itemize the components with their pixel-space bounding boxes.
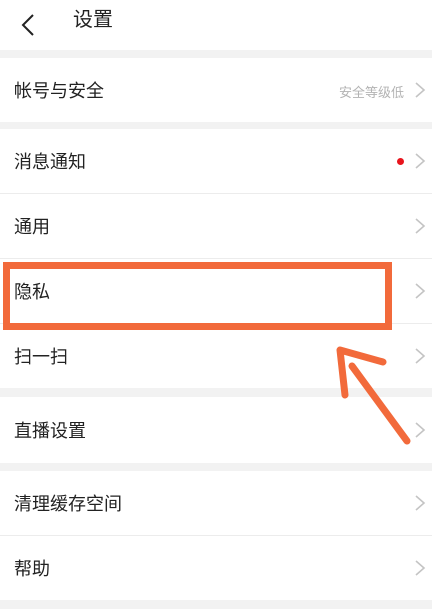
- page-title: 设置: [73, 7, 113, 31]
- menu-item-label: 清理缓存空间: [14, 494, 122, 515]
- menu-item-label: 消息通知: [14, 152, 86, 173]
- menu-item-label: 帮助: [14, 559, 50, 580]
- chevron-right-icon: [415, 348, 426, 364]
- unread-dot: [397, 158, 404, 165]
- menu-item-label: 直播设置: [14, 421, 86, 442]
- menu-item-help[interactable]: 帮助: [0, 536, 432, 600]
- chevron-right-icon: [415, 495, 426, 511]
- menu-item-account-security[interactable]: 帐号与安全 安全等级低: [0, 58, 432, 122]
- chevron-right-icon: [415, 153, 426, 169]
- menu-item-label: 通用: [14, 217, 50, 238]
- chevron-right-icon: [415, 422, 426, 438]
- chevron-right-icon: [415, 82, 426, 98]
- menu-item-notifications[interactable]: 消息通知: [0, 129, 432, 193]
- menu-item-label: 帐号与安全: [14, 81, 104, 102]
- settings-screen: 设置 帐号与安全 安全等级低 消息通知 通用 隐私 扫一扫 直播设置 清理缓存空…: [0, 0, 432, 609]
- chevron-right-icon: [415, 218, 426, 234]
- menu-item-label: 隐私: [14, 282, 50, 303]
- back-button[interactable]: [10, 5, 50, 45]
- security-level-status: 安全等级低: [338, 86, 404, 101]
- menu-item-scan[interactable]: 扫一扫: [0, 324, 432, 388]
- menu-item-general[interactable]: 通用: [0, 194, 432, 258]
- menu-item-live-settings[interactable]: 直播设置: [0, 397, 432, 463]
- chevron-right-icon: [415, 283, 426, 299]
- header-bar: 设置: [0, 0, 432, 50]
- chevron-right-icon: [415, 560, 426, 576]
- chevron-left-icon: [21, 14, 34, 36]
- menu-item-privacy[interactable]: 隐私: [0, 259, 432, 323]
- menu-item-clear-cache[interactable]: 清理缓存空间: [0, 471, 432, 535]
- menu-item-label: 扫一扫: [14, 347, 68, 368]
